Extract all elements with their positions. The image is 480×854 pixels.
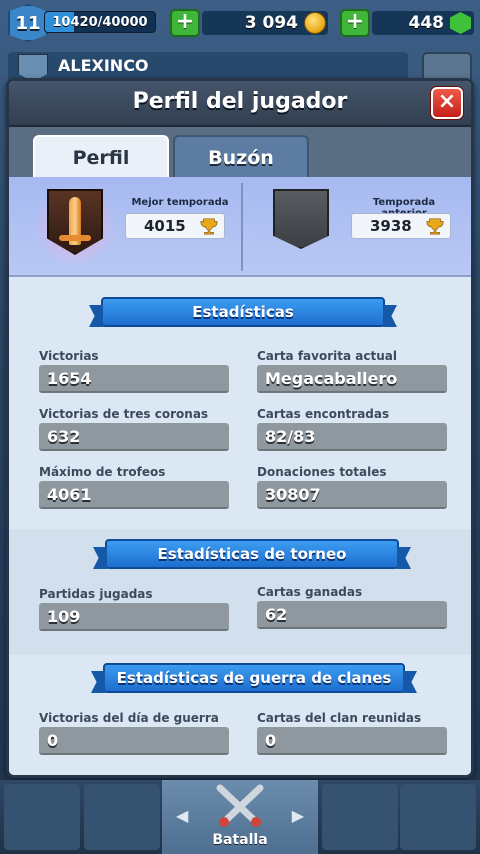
stat-label: Donaciones totales	[257, 465, 387, 479]
sword-guard-icon	[59, 235, 91, 241]
arrow-left-icon: ◀	[176, 806, 189, 825]
buy-gems-button[interactable]: +	[340, 9, 370, 37]
stat-value: 82/83	[257, 423, 447, 451]
stats-area: Estadísticas Victorias 1654 Carta favori…	[9, 277, 471, 775]
gem-amount: 448	[408, 13, 445, 33]
modal-title: Perfil del jugador	[132, 89, 348, 114]
previous-season-value: 3938	[370, 217, 412, 235]
player-profile-modal: Perfil del jugador × Perfil Buzón Mejor …	[6, 78, 474, 778]
best-season-trophies: 4015	[125, 213, 225, 239]
stat-label: Victorias	[39, 349, 99, 363]
tab-inbox[interactable]: Buzón	[173, 135, 309, 179]
previous-season-trophies: 3938	[351, 213, 451, 239]
gold-amount: 3 094	[244, 13, 298, 33]
gem-counter: 448	[372, 11, 474, 35]
gem-icon	[450, 12, 471, 34]
buy-gold-button[interactable]: +	[170, 9, 200, 37]
stat-value: 0	[39, 727, 229, 755]
stats-ribbon: Estadísticas	[101, 297, 385, 327]
stat-label: Cartas del clan reunidas	[257, 711, 422, 725]
nav-cards-button[interactable]	[84, 784, 160, 850]
stat-label: Máximo de trofeos	[39, 465, 166, 479]
stat-label: Victorias del día de guerra	[39, 711, 219, 725]
stat-label: Partidas jugadas	[39, 587, 153, 601]
nav-shop-button[interactable]	[4, 784, 80, 850]
top-hud: 11 10420/40000 + 3 094 + 448	[0, 0, 480, 48]
stat-label: Cartas encontradas	[257, 407, 390, 421]
player-name: ALEXINCO	[58, 56, 149, 75]
tournament-ribbon: Estadísticas de torneo	[105, 539, 399, 569]
best-season-value: 4015	[144, 217, 186, 235]
tab-profile[interactable]: Perfil	[33, 135, 169, 179]
trophy-icon	[426, 218, 444, 235]
stat-value: 1654	[39, 365, 229, 393]
modal-header: Perfil del jugador ×	[9, 81, 471, 127]
stat-value: 4061	[39, 481, 229, 509]
stat-label: Victorias de tres coronas	[39, 407, 209, 421]
xp-text: 10420/40000	[52, 15, 148, 30]
gold-counter: 3 094	[202, 11, 328, 35]
trophy-icon	[200, 218, 218, 235]
nav-battle-button[interactable]: ◀ ▶ Batalla	[162, 780, 318, 854]
level-badge: 11	[8, 4, 48, 42]
crossed-swords-icon	[216, 784, 264, 827]
stat-value: 0	[257, 727, 447, 755]
stat-value: 30807	[257, 481, 447, 509]
previous-league-badge-icon	[273, 189, 329, 249]
clanwar-ribbon: Estadísticas de guerra de clanes	[103, 663, 405, 693]
nav-clan-button[interactable]	[322, 784, 398, 850]
tab-bar: Perfil Buzón	[9, 127, 471, 179]
best-season-label: Mejor temporada	[131, 197, 229, 208]
stat-value: 632	[39, 423, 229, 451]
nav-tournaments-button[interactable]	[400, 784, 476, 850]
stat-value: Megacaballero	[257, 365, 447, 393]
bottom-nav: ◀ ▶ Batalla	[0, 780, 480, 854]
xp-bar: 10420/40000	[44, 11, 156, 33]
stat-value: 62	[257, 601, 447, 629]
season-panel: Mejor temporada 4015 Temporada anterior …	[9, 177, 471, 277]
stat-value: 109	[39, 603, 229, 631]
arrow-right-icon: ▶	[291, 806, 304, 825]
stat-label: Carta favorita actual	[257, 349, 397, 363]
nav-battle-label: Batalla	[212, 832, 268, 848]
gold-coin-icon	[304, 12, 326, 34]
close-button[interactable]: ×	[431, 87, 463, 119]
stat-label: Cartas ganadas	[257, 585, 363, 599]
season-divider	[241, 183, 243, 271]
